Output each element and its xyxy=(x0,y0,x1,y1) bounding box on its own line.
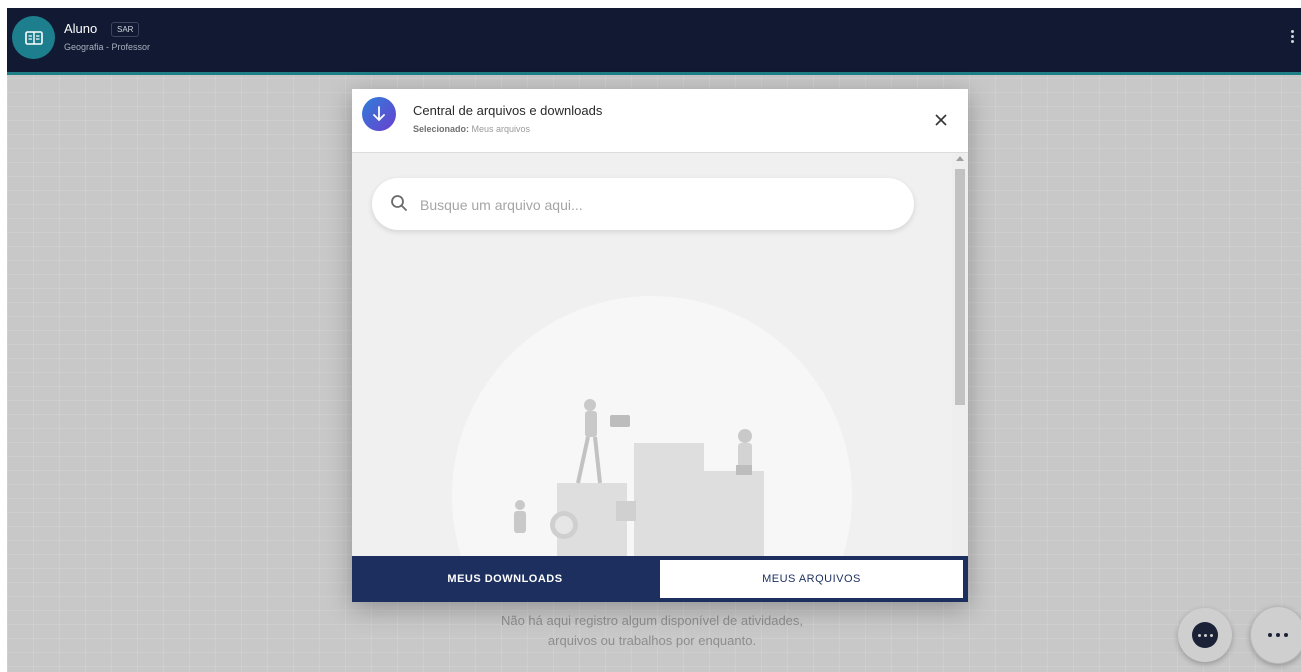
close-button[interactable] xyxy=(930,109,952,131)
scroll-up-arrow-icon[interactable] xyxy=(956,156,964,161)
tab-meus-arquivos[interactable]: MEUS ARQUIVOS xyxy=(660,560,963,598)
more-horizontal-icon xyxy=(1268,633,1288,637)
modal-selection: Selecionado: Meus arquivos xyxy=(413,124,530,134)
modal-body xyxy=(352,153,952,556)
modal-tabs: MEUS DOWNLOADS MEUS ARQUIVOS xyxy=(352,556,968,602)
modal-title: Central de arquivos e downloads xyxy=(413,103,603,118)
book-icon[interactable] xyxy=(12,16,55,59)
more-options-button[interactable] xyxy=(1250,606,1301,664)
selected-label: Selecionado: xyxy=(413,124,470,134)
empty-files-illustration xyxy=(514,399,764,556)
app-subtitle: Geografia - Professor xyxy=(64,42,151,52)
role-badge: SAR xyxy=(111,22,140,37)
more-vertical-icon[interactable] xyxy=(1289,28,1295,52)
scrollbar[interactable] xyxy=(952,153,968,556)
chat-button[interactable] xyxy=(1178,608,1232,662)
modal-header: Central de arquivos e downloads Selecion… xyxy=(352,89,968,153)
tab-meus-downloads[interactable]: MEUS DOWNLOADS xyxy=(352,560,658,598)
top-bar: Aluno SAR Geografia - Professor xyxy=(7,8,1301,75)
empty-state-line-1: Não há aqui registro algum disponível de… xyxy=(500,613,804,628)
app-title: Aluno xyxy=(64,21,98,36)
selected-value: Meus arquivos xyxy=(471,124,531,134)
empty-state-message: Não há aqui registro algum disponível de… xyxy=(412,611,892,651)
arrow-down-icon xyxy=(362,97,396,131)
close-icon xyxy=(935,114,947,126)
chat-icon xyxy=(1192,622,1218,648)
empty-state-line-2: arquivos ou trabalhos por enquanto. xyxy=(547,633,757,648)
file-center-modal: Central de arquivos e downloads Selecion… xyxy=(352,89,968,602)
scrollbar-thumb[interactable] xyxy=(955,169,965,405)
